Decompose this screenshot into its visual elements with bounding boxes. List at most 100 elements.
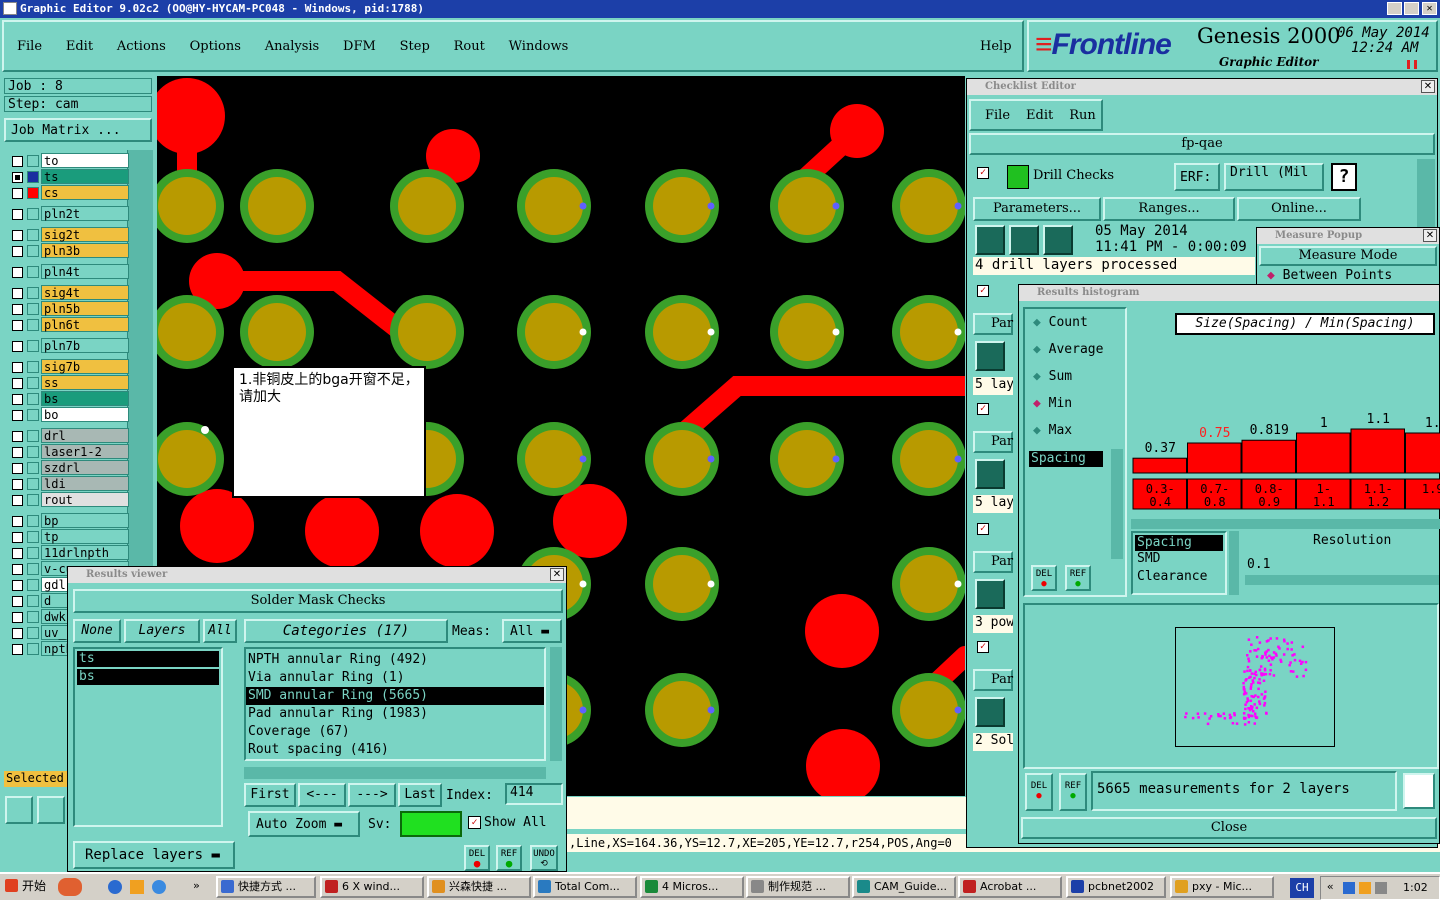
menu-actions[interactable]: Actions (117, 39, 166, 54)
layer-color-swatch[interactable] (27, 155, 39, 167)
layer-checkbox[interactable] (12, 267, 23, 278)
tray-volume-icon[interactable] (1375, 882, 1387, 894)
layer-checkbox[interactable] (12, 230, 23, 241)
category-item[interactable]: Via annular Ring (1) (246, 669, 544, 687)
layer-name[interactable]: sig7b (41, 359, 129, 374)
histogram-bar[interactable] (1187, 442, 1242, 474)
histogram-option[interactable]: ◆ Sum (1033, 369, 1072, 384)
layer-checkbox[interactable] (12, 288, 23, 299)
layer-row[interactable]: tp (7, 529, 129, 545)
pause-icon[interactable] (1407, 60, 1417, 69)
browser-icon[interactable] (152, 880, 166, 894)
summary-ref-button[interactable]: REF ● (1059, 773, 1087, 811)
layer-row[interactable]: pln6t (7, 317, 129, 333)
layer-checkbox[interactable] (12, 463, 23, 474)
measure-popup-close-icon[interactable]: ✕ (1423, 229, 1437, 242)
layer-checkbox[interactable] (12, 209, 23, 220)
run-icon[interactable] (975, 459, 1005, 489)
restore-icon[interactable] (1404, 2, 1419, 15)
layer-color-swatch[interactable] (27, 245, 39, 257)
taskbar-item[interactable]: Acrobat ... (958, 876, 1062, 898)
run-icon[interactable] (975, 579, 1005, 609)
layer-name[interactable]: sig2t (41, 227, 129, 242)
layer-color-swatch[interactable] (27, 171, 39, 183)
category-item[interactable]: Coverage (67) (246, 723, 544, 741)
layer-color-swatch[interactable] (27, 409, 39, 421)
layer-color-swatch[interactable] (27, 494, 39, 506)
quicklaunch-icon[interactable] (58, 878, 82, 896)
checklist-menu-file[interactable]: File (985, 108, 1010, 123)
meas-dropdown[interactable]: All ▬ (502, 619, 562, 643)
categories-scrollbar[interactable] (550, 647, 562, 761)
layer-color-swatch[interactable] (27, 515, 39, 527)
layer-color-swatch[interactable] (27, 340, 39, 352)
category-item[interactable]: Pad annular Ring (1983) (246, 705, 544, 723)
menu-rout[interactable]: Rout (454, 39, 485, 54)
more-icon[interactable]: » (193, 879, 200, 892)
layer-row[interactable]: rout (7, 492, 129, 508)
category-item[interactable]: SMD annular Ring (5665) (246, 687, 544, 705)
help-icon[interactable]: ? (1331, 163, 1357, 191)
layer-checkbox[interactable] (12, 628, 23, 639)
menu-help[interactable]: Help (980, 39, 1012, 54)
index-input[interactable]: 414 (505, 783, 563, 805)
undo-button[interactable]: UNDO ⟲ (530, 845, 558, 871)
layer-checkbox[interactable] (12, 246, 23, 257)
start-button[interactable]: 开始 (2, 876, 48, 898)
menu-step[interactable]: Step (400, 39, 430, 54)
check-row-checkbox[interactable]: ✓ (977, 285, 989, 297)
layer-name[interactable]: bp (41, 513, 129, 528)
layer-color-swatch[interactable] (27, 319, 39, 331)
layer-row[interactable]: 11drlnpth (7, 545, 129, 561)
taskbar-item[interactable]: 兴森快捷 ... (427, 876, 531, 898)
next-button[interactable]: ---> (348, 783, 396, 807)
layer-row[interactable]: bs (7, 391, 129, 407)
check-row-checkbox[interactable]: ✓ (977, 641, 989, 653)
layer-name[interactable]: to (41, 153, 129, 168)
layer-name[interactable]: pln5b (41, 301, 129, 316)
language-indicator[interactable]: CH (1290, 878, 1314, 898)
prev-button[interactable]: <--- (298, 783, 346, 807)
checklist-menu-run[interactable]: Run (1069, 108, 1096, 123)
histogram-bar[interactable] (1350, 428, 1405, 474)
online-button[interactable]: Online... (1237, 197, 1361, 221)
layer-color-swatch[interactable] (27, 266, 39, 278)
layer-row[interactable]: sig7b (7, 359, 129, 375)
layer-color-swatch[interactable] (27, 361, 39, 373)
layer-color-swatch[interactable] (27, 287, 39, 299)
layer-checkbox[interactable] (12, 612, 23, 623)
layer-row[interactable]: ts (7, 169, 129, 185)
run-icon[interactable] (1043, 225, 1073, 255)
layer-name[interactable]: laser1-2 (41, 444, 129, 459)
layer-color-swatch[interactable] (27, 187, 39, 199)
layer-row[interactable]: pln2t (7, 206, 129, 222)
layer-checkbox[interactable] (12, 644, 23, 655)
last-button[interactable]: Last (398, 783, 442, 807)
categories-button[interactable]: Categories (17) (244, 619, 448, 643)
taskbar-item[interactable]: 6 X wind... (320, 876, 424, 898)
run-icon[interactable] (975, 697, 1005, 727)
layer-color-swatch[interactable] (27, 563, 39, 575)
layer-checkbox[interactable] (12, 320, 23, 331)
check-row-checkbox[interactable]: ✓ (977, 403, 989, 415)
layer-name[interactable]: rout (41, 492, 129, 507)
layer-checkbox[interactable] (12, 548, 23, 559)
layer-color-swatch[interactable] (27, 208, 39, 220)
hist-del-button[interactable]: DEL ● (1031, 565, 1057, 591)
layer-checkbox[interactable] (12, 362, 23, 373)
layer-color-swatch[interactable] (27, 377, 39, 389)
tray-app-icon[interactable] (1359, 882, 1371, 894)
layer-row[interactable]: bp (7, 513, 129, 529)
check-row-checkbox[interactable]: ✓ (977, 523, 989, 535)
measure-tool-icon[interactable] (37, 796, 65, 824)
layers-button[interactable]: Layers (124, 619, 200, 643)
layer-color-swatch[interactable] (27, 595, 39, 607)
categories-list[interactable]: NPTH annular Ring (492) Via annular Ring … (244, 647, 546, 761)
parameters-button[interactable]: Parameters... (973, 197, 1101, 221)
layer-name[interactable]: sig4t (41, 285, 129, 300)
check-row-params-button[interactable]: Par (973, 669, 1013, 691)
layer-name[interactable]: drl (41, 428, 129, 443)
annotation-note[interactable]: 1.非铜皮上的bga开窗不足，请加大 (232, 366, 426, 498)
layer-list-item[interactable]: ts (77, 651, 219, 667)
check-row-params-button[interactable]: Par (973, 431, 1013, 453)
